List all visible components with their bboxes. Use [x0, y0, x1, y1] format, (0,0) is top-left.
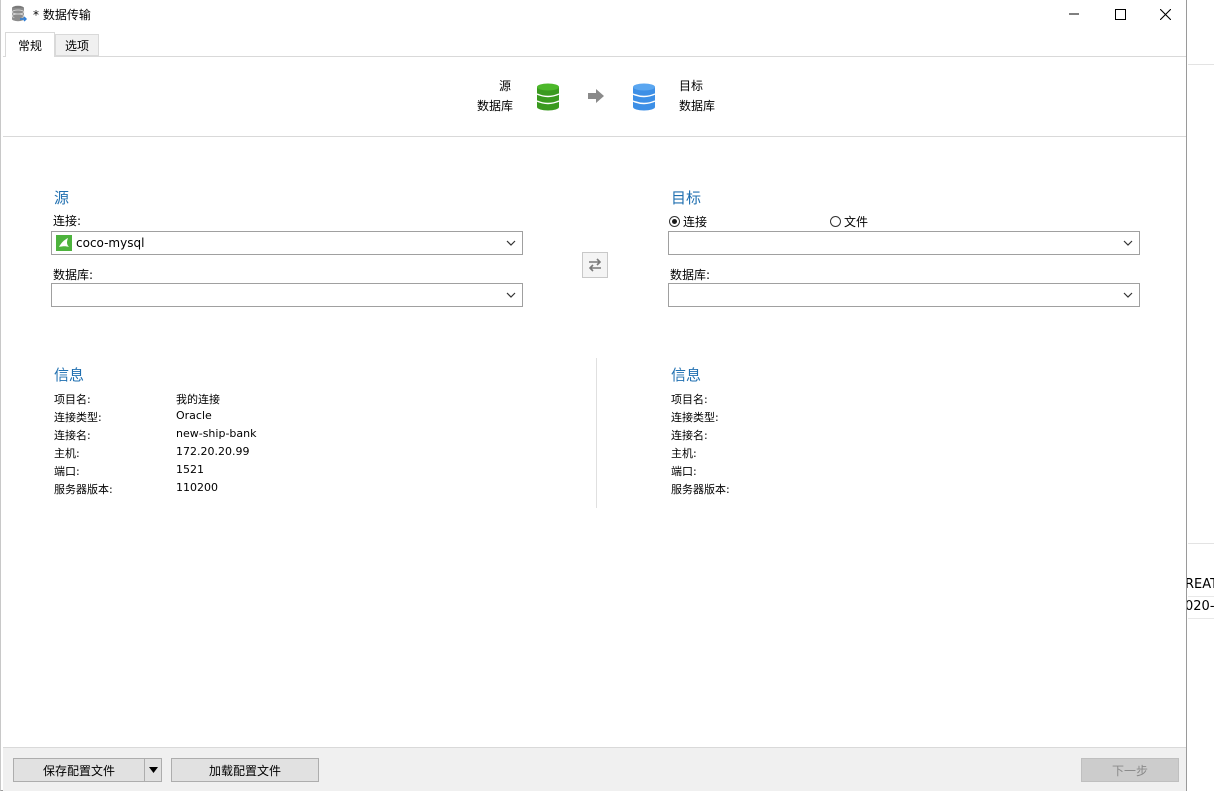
source-info-label: 项目名:: [54, 393, 91, 406]
source-database-label: 数据库:: [53, 268, 94, 282]
radio-unchecked-icon: [830, 216, 841, 227]
background-text-1: REAT: [1185, 577, 1214, 592]
source-info-label: 连接名:: [54, 429, 91, 442]
data-transfer-window: * 数据传输 常规 选项 源 数据库 目标 数据库 源 连接: coco-mys…: [0, 0, 1187, 791]
chevron-down-icon: [1123, 292, 1133, 298]
target-radio-file[interactable]: 文件: [830, 213, 868, 230]
source-info-label: 端口:: [54, 465, 80, 478]
target-database-icon: [632, 83, 656, 111]
arrow-right-icon: [588, 89, 604, 103]
target-connection-select[interactable]: [668, 231, 1140, 255]
minimize-button[interactable]: [1051, 0, 1097, 28]
target-info-label: 主机:: [671, 447, 697, 460]
tab-general[interactable]: 常规: [5, 32, 55, 57]
source-info-label: 服务器版本:: [54, 483, 113, 496]
header-source-label: 源: [499, 79, 512, 93]
source-info-label: 主机:: [54, 447, 80, 460]
target-info-label: 项目名:: [671, 393, 708, 406]
target-database-label: 数据库:: [670, 268, 711, 282]
source-database-icon: [536, 83, 560, 111]
swap-arrows-icon: [588, 258, 602, 272]
source-info-value: 172.20.20.99: [176, 445, 250, 458]
target-radio-file-label: 文件: [844, 215, 869, 229]
source-info-value: 1521: [176, 463, 204, 476]
footer-bar: 保存配置文件 加载配置文件 下一步: [3, 747, 1186, 791]
target-info-label: 服务器版本:: [671, 483, 730, 496]
caret-down-icon: [148, 767, 158, 773]
save-profile-button[interactable]: 保存配置文件: [13, 758, 145, 782]
source-connection-select[interactable]: coco-mysql: [51, 231, 523, 255]
source-info-value: 我的连接: [176, 393, 220, 406]
target-info-label: 连接名:: [671, 429, 708, 442]
transfer-header: 源 数据库 目标 数据库: [3, 57, 1186, 137]
load-profile-button[interactable]: 加载配置文件: [171, 758, 319, 782]
chevron-down-icon: [506, 240, 516, 246]
header-source-sublabel: 数据库: [477, 99, 514, 113]
source-connection-label: 连接:: [53, 214, 82, 228]
target-info-label: 端口:: [671, 465, 697, 478]
source-info-title: 信息: [54, 366, 85, 384]
target-radio-connection-label: 连接: [683, 215, 708, 229]
source-info-value: Oracle: [176, 409, 212, 422]
chevron-down-icon: [506, 292, 516, 298]
title-bar: * 数据传输: [1, 0, 1186, 28]
database-transfer-icon: [11, 5, 27, 22]
mysql-connection-icon: [56, 235, 72, 251]
target-section-title: 目标: [671, 189, 702, 207]
tab-options[interactable]: 选项: [55, 34, 99, 56]
info-divider: [596, 358, 597, 508]
chevron-down-icon: [1123, 240, 1133, 246]
swap-source-target-button[interactable]: [582, 252, 608, 278]
target-radio-connection[interactable]: 连接: [669, 213, 707, 230]
target-info-label: 连接类型:: [671, 411, 719, 424]
source-info-value: 110200: [176, 481, 218, 494]
minimize-icon: [1069, 13, 1079, 15]
source-info-value: new-ship-bank: [176, 427, 257, 440]
target-info-title: 信息: [671, 366, 702, 384]
save-profile-dropdown-button[interactable]: [144, 758, 162, 782]
source-section-title: 源: [54, 189, 70, 207]
close-icon: [1159, 8, 1171, 20]
close-button[interactable]: [1142, 0, 1188, 28]
next-button[interactable]: 下一步: [1081, 758, 1179, 782]
header-target-label: 目标: [679, 79, 704, 93]
source-info-label: 连接类型:: [54, 411, 102, 424]
maximize-icon: [1114, 8, 1126, 20]
maximize-button[interactable]: [1097, 0, 1143, 28]
background-window: REAT 020-1: [1185, 0, 1214, 793]
header-target-sublabel: 数据库: [679, 99, 716, 113]
background-text-2: 020-1: [1185, 599, 1214, 614]
source-database-select[interactable]: [51, 283, 523, 307]
target-database-select[interactable]: [668, 283, 1140, 307]
source-connection-value: coco-mysql: [76, 236, 145, 250]
window-title: * 数据传输: [33, 8, 91, 22]
radio-checked-icon: [669, 216, 680, 227]
